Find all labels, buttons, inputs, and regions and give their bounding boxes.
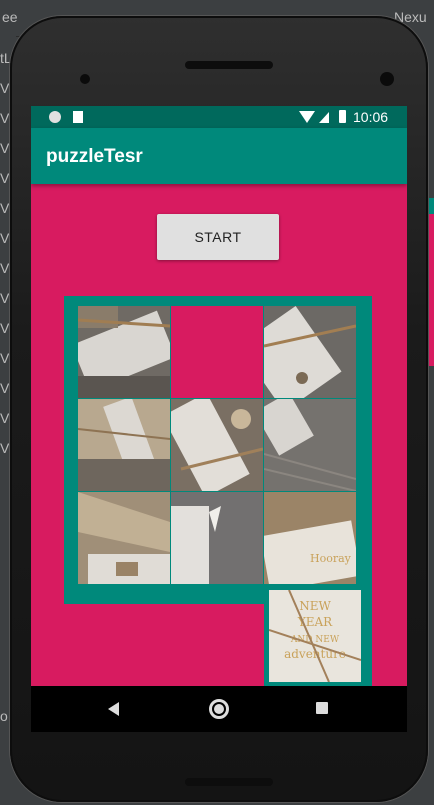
status-time: 10:06 <box>353 109 389 125</box>
top-speaker <box>185 61 273 69</box>
puzzle-empty-slot[interactable] <box>171 306 263 398</box>
back-icon[interactable] <box>108 702 119 716</box>
puzzle-tile-4[interactable] <box>78 399 170 491</box>
start-button[interactable]: START <box>157 214 279 260</box>
puzzle-tile-6[interactable] <box>264 399 356 491</box>
puzzle-tile-10[interactable]: NEW YEAR AND NEW adventure <box>269 590 361 682</box>
bottom-speaker <box>185 778 273 786</box>
app-title: puzzleTesr <box>46 146 143 167</box>
navigation-bar <box>31 686 407 732</box>
ide-left-bottom-text: o <box>0 708 8 724</box>
battery-icon <box>339 110 346 123</box>
front-camera-icon <box>80 74 90 84</box>
second-emulator-peek <box>428 198 434 366</box>
puzzle-tile-5[interactable] <box>171 399 263 491</box>
notification-circle-icon <box>49 111 61 123</box>
svg-text:NEW: NEW <box>299 599 331 613</box>
svg-text:Hooray: Hooray <box>310 552 352 565</box>
puzzle-tile-3[interactable] <box>264 306 356 398</box>
second-emulator-peek-appbar <box>428 198 434 214</box>
puzzle-tile-8[interactable] <box>171 492 263 584</box>
puzzle-tile-7[interactable] <box>78 492 170 584</box>
sensor-icon <box>380 72 394 86</box>
recents-icon[interactable] <box>316 702 328 714</box>
wifi-icon <box>299 111 315 123</box>
puzzle-tile-9[interactable]: Hooray <box>264 492 356 584</box>
app-bar: puzzleTesr <box>31 128 407 184</box>
puzzle-tile-1[interactable] <box>78 306 170 398</box>
status-bar: 10:06 <box>31 106 407 128</box>
ide-toolbar-left-text: ee <box>2 9 18 25</box>
home-icon-center <box>214 704 224 714</box>
signal-icon <box>319 112 329 123</box>
sd-card-icon <box>73 111 83 123</box>
device-screen: 10:06 puzzleTesr START Hooray NEW YEAR A… <box>31 106 407 732</box>
